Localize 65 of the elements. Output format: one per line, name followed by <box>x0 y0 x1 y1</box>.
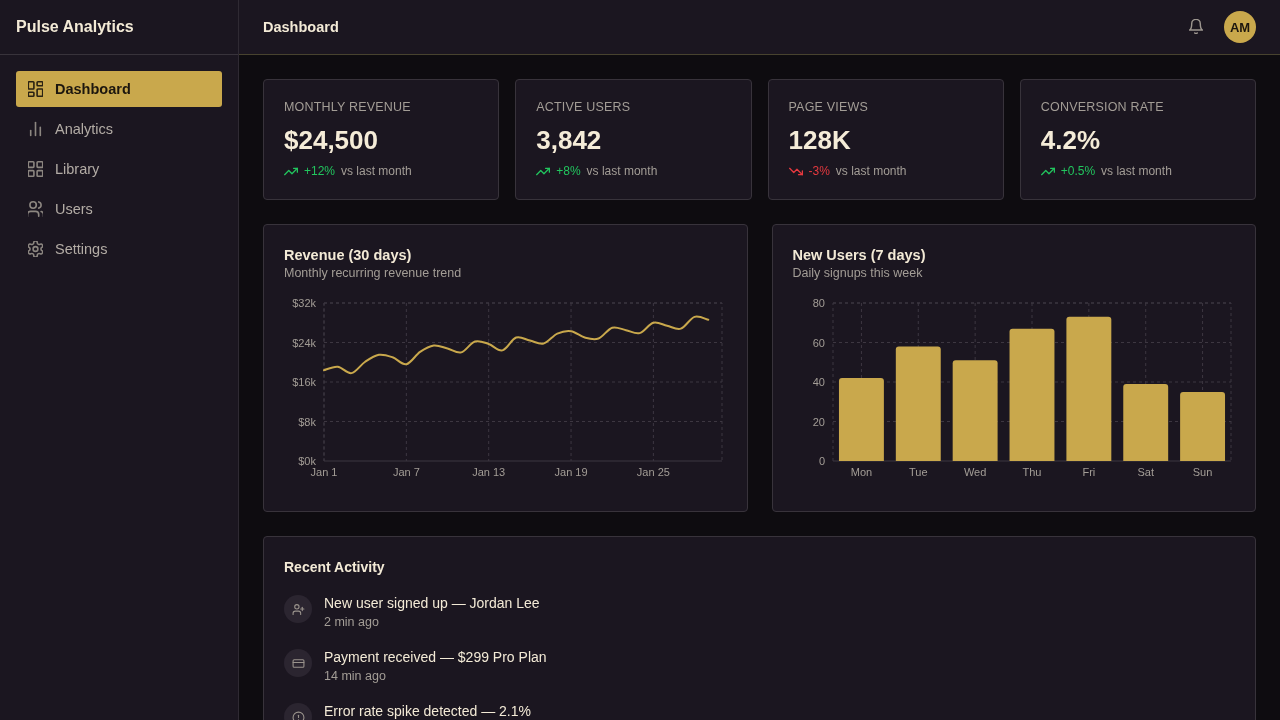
axis-label: 20 <box>812 415 825 428</box>
chart-subtitle: Daily signups this week <box>792 265 924 282</box>
axis-label: Jan 25 <box>636 466 670 478</box>
change-value: +0.5% <box>1060 163 1096 179</box>
stat-label: CONVERSION RATE <box>1040 100 1165 115</box>
sidebar-item[interactable]: Users <box>16 191 222 227</box>
axis-label: Wed <box>963 466 986 478</box>
chart-title: New Users (7 days) <box>792 246 927 265</box>
grid-icon <box>28 161 43 177</box>
axis-label: $32k <box>292 297 316 309</box>
activity-text: New user signed up — Jordan Lee <box>324 594 540 613</box>
axis-label: 0 <box>818 455 825 467</box>
axis-label: Jan 13 <box>472 466 506 478</box>
axis-label: Sat <box>1136 466 1154 478</box>
change-value: +12% <box>304 163 336 179</box>
change-note: vs last month <box>1101 163 1172 179</box>
axis-label: Jan 7 <box>392 466 420 478</box>
stat-value: 128K <box>788 125 852 155</box>
axis-label: $24k <box>292 336 316 349</box>
change-value: -3% <box>808 163 830 179</box>
stat-value: $24,500 <box>284 125 379 155</box>
change-note: vs last month <box>835 163 907 179</box>
axis-label: Tue <box>908 466 928 478</box>
section-title: Recent Activity <box>284 558 386 577</box>
axis-label: Sun <box>1192 466 1212 478</box>
change-note: vs last month <box>341 163 412 179</box>
axis-label: Mon <box>850 466 872 478</box>
change-value: +8% <box>556 163 581 179</box>
sidebar-item[interactable]: Dashboard <box>16 71 222 107</box>
axis-label: Jan 1 <box>310 466 338 478</box>
app-title: Pulse Analytics <box>16 18 134 36</box>
dashboard-icon <box>28 81 43 97</box>
axis-label: $0k <box>298 455 316 467</box>
axis-label: 60 <box>812 336 825 349</box>
axis-label: Jan 19 <box>554 466 588 478</box>
axis-label: 40 <box>812 376 825 388</box>
axis-label: 80 <box>812 297 825 309</box>
sidebar-item[interactable]: Analytics <box>16 111 222 147</box>
bell-icon[interactable] <box>1189 19 1205 35</box>
gear-icon <box>28 241 43 257</box>
activity-text: Error rate spike detected — 2.1% <box>324 702 531 720</box>
stat-value: 4.2% <box>1040 125 1101 155</box>
axis-label: $8k <box>298 415 316 428</box>
stat-label: ACTIVE USERS <box>536 100 632 115</box>
activity-time: 14 min ago <box>324 668 387 684</box>
activity-time: 2 min ago <box>324 614 380 630</box>
credit-card-icon <box>284 649 312 677</box>
bar-chart-icon <box>28 121 43 137</box>
chart-title: Revenue (30 days) <box>284 246 413 265</box>
chart-subtitle: Monthly recurring revenue trend <box>284 265 463 282</box>
sidebar-item[interactable]: Settings <box>16 231 222 267</box>
activity-text: Payment received — $299 Pro Plan <box>324 648 547 667</box>
users-icon <box>28 201 43 217</box>
stat-value: 3,842 <box>536 125 603 155</box>
avatar[interactable]: AM <box>1224 11 1256 43</box>
axis-label: $16k <box>292 376 316 388</box>
user-plus-icon <box>284 595 312 623</box>
sidebar-item[interactable]: Library <box>16 151 222 187</box>
stat-label: PAGE VIEWS <box>788 100 870 115</box>
stat-label: MONTHLY REVENUE <box>284 100 412 115</box>
change-note: vs last month <box>586 163 658 179</box>
page-title: Dashboard <box>263 19 339 35</box>
axis-label: Fri <box>1081 466 1095 478</box>
axis-label: Thu <box>1022 466 1041 478</box>
bar <box>1179 391 1225 461</box>
